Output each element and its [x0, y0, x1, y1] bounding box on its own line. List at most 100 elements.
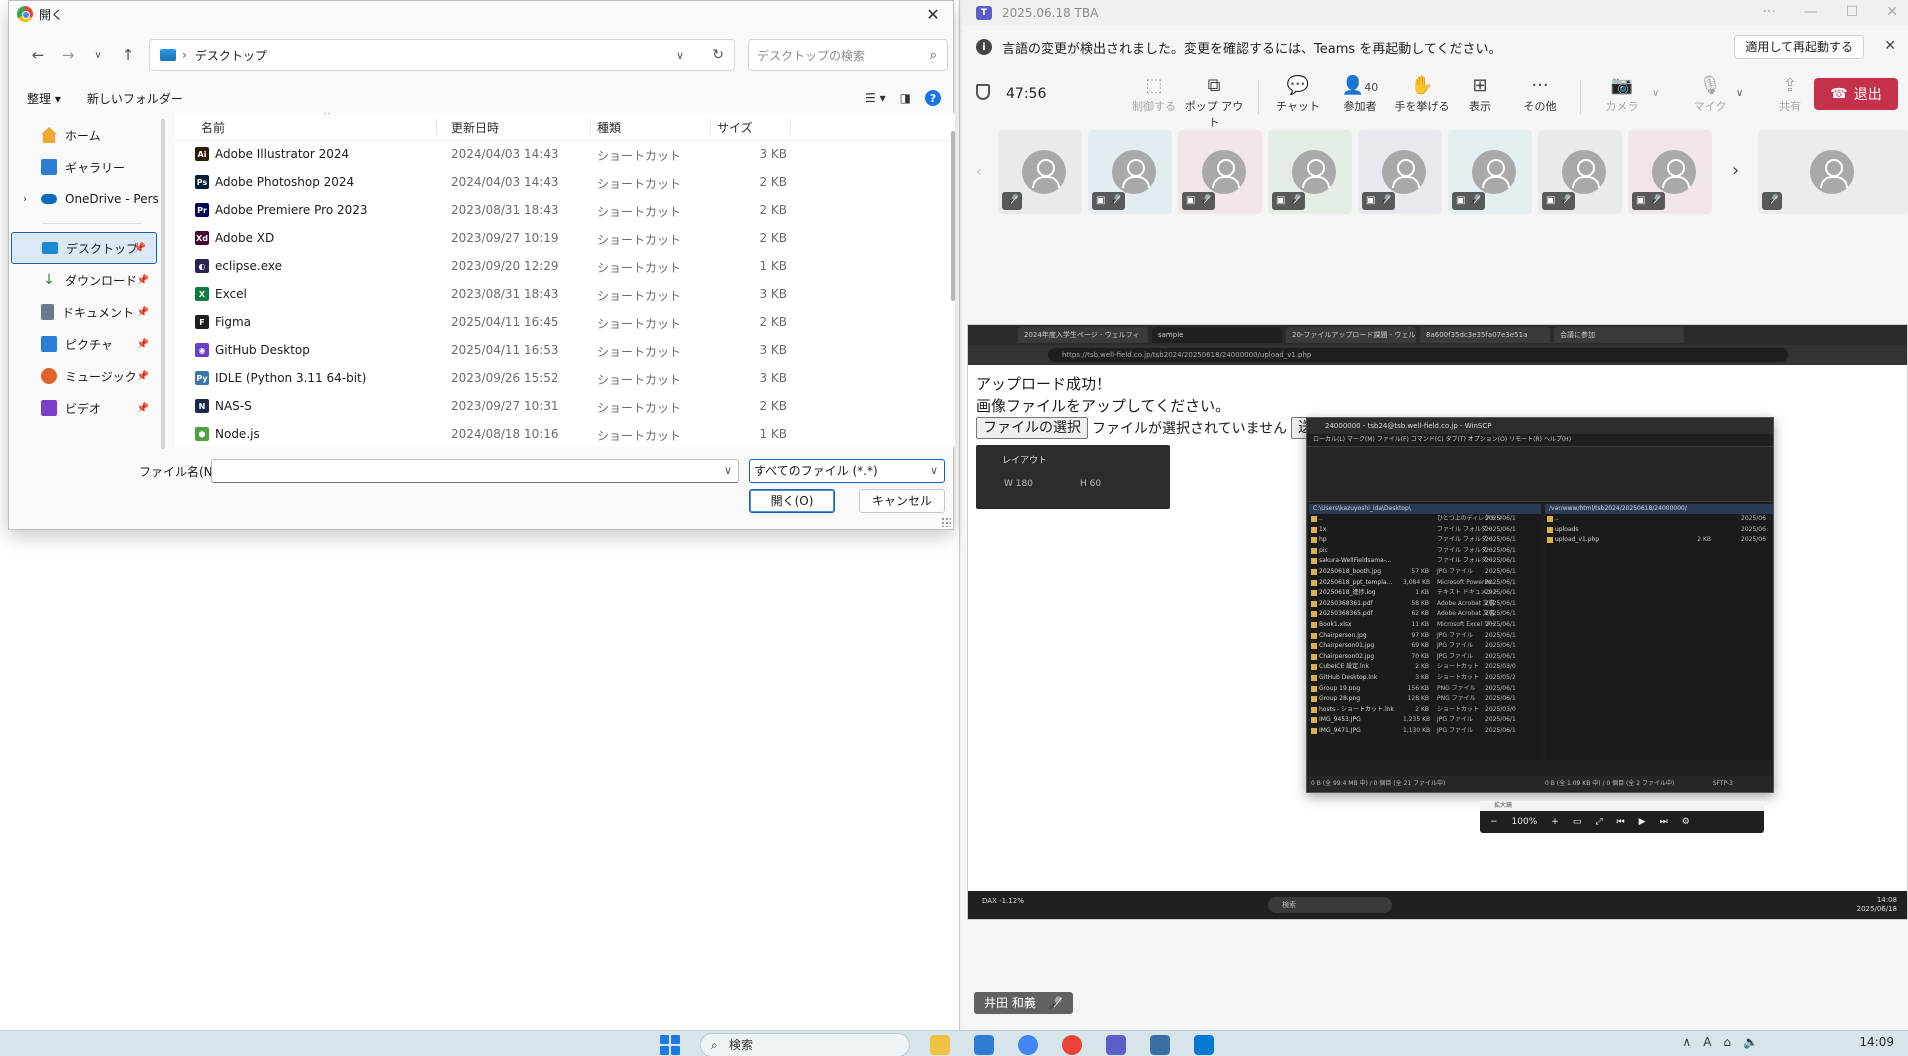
nav-item-videos[interactable]: ビデオ 📌 — [9, 392, 159, 424]
chrome-profile-icon[interactable] — [1062, 1035, 1082, 1055]
nav-item-music[interactable]: ミュージック 📌 — [9, 360, 159, 392]
nav-item-documents[interactable]: ドキュメント 📌 — [9, 296, 159, 328]
column-header-date[interactable]: 更新日時 — [445, 119, 591, 135]
winscp-local-row: GitHub Desktop.lnk 3 KB ショートカット 2025/05/2 — [1309, 673, 1541, 684]
more-options-icon[interactable]: ··· — [1762, 4, 1775, 20]
file-row[interactable]: Xd Adobe XD 2023/09/27 10:19 ショートカット 2 KB — [175, 225, 955, 253]
file-row[interactable]: ⬢ Node.js 2024/08/18 10:16 ショートカット 1 KB — [175, 421, 955, 447]
chevron-right-icon[interactable]: › — [1732, 160, 1739, 181]
file-icon — [1311, 696, 1317, 703]
nav-item-home[interactable]: ホーム — [9, 119, 159, 151]
mic-button[interactable]: 🎙 マイク — [1678, 74, 1742, 114]
file-row[interactable]: N NAS-S 2023/09/27 10:31 ショートカット 2 KB — [175, 393, 955, 421]
dialog-close-button[interactable]: ✕ — [913, 1, 953, 27]
minimize-icon[interactable]: — — [1804, 4, 1818, 20]
windows-start-icon[interactable] — [660, 1035, 680, 1055]
chevron-up-icon[interactable]: ∧ — [1682, 1035, 1691, 1049]
file-row[interactable]: Ai Adobe Illustrator 2024 2024/04/03 14:43… — [175, 141, 955, 169]
calendar-icon[interactable] — [974, 1035, 994, 1055]
help-icon[interactable]: ? — [925, 90, 941, 106]
search-input[interactable]: デスクトップの検索 ⌕ — [748, 39, 948, 71]
file-name-cell: N NAS-S — [195, 399, 252, 413]
nav-item-pictures[interactable]: ピクチャ 📌 — [9, 328, 159, 360]
close-icon[interactable]: ✕ — [1884, 38, 1896, 54]
participant-tile[interactable]: ▣ 🎤̸ — [1628, 130, 1712, 214]
column-header-name[interactable]: 名前 — [195, 119, 437, 135]
breadcrumb-desktop[interactable]: デスクトップ — [195, 47, 267, 64]
nav-item-gallery[interactable]: ギャラリー — [9, 151, 159, 183]
popout-button[interactable]: ⧉ ポップ アウト — [1182, 74, 1246, 130]
up-button[interactable]: ↑ — [113, 40, 143, 70]
vscode-icon[interactable] — [1194, 1035, 1214, 1055]
taskbar-search[interactable]: ⌕ 検索 — [700, 1033, 910, 1056]
participant-tile[interactable]: ▣ 🎤̸ — [1538, 130, 1622, 214]
taskbar-clock: 14:09 — [1859, 1035, 1894, 1049]
volume-icon[interactable]: 🔈 — [1743, 1035, 1758, 1049]
participant-tile[interactable]: ▣ 🎤̸ — [1448, 130, 1532, 214]
ime-icon[interactable]: A — [1703, 1035, 1711, 1049]
refresh-icon[interactable]: ↻ — [712, 47, 724, 63]
participants-button[interactable]: 👤40 参加者 — [1328, 74, 1392, 114]
maximize-icon[interactable]: ☐ — [1846, 4, 1859, 20]
nav-item-onedrive[interactable]: › OneDrive - Persi — [9, 183, 159, 215]
chevron-down-icon[interactable]: ∨ — [676, 49, 684, 62]
file-row[interactable]: Pr Adobe Premiere Pro 2023 2023/08/31 18:4… — [175, 197, 955, 225]
teams-icon[interactable] — [1106, 1035, 1126, 1055]
organize-button[interactable]: 整理 ▾ — [17, 90, 71, 107]
participant-tile[interactable]: ▣ 🎤̸ — [1088, 130, 1172, 214]
back-button[interactable]: ← — [23, 40, 53, 70]
open-button[interactable]: 開く(O) — [749, 489, 835, 513]
file-explorer-icon[interactable] — [930, 1035, 950, 1055]
camera-options-chevron-icon[interactable]: ∨ — [1652, 88, 1659, 99]
participant-tile[interactable]: 🎤̸ — [998, 130, 1082, 214]
file-list-scrollbar[interactable] — [951, 131, 955, 301]
network-icon[interactable]: ⌂ — [1723, 1035, 1731, 1049]
participant-tile[interactable]: ▣ 🎤̸ — [1268, 130, 1352, 214]
file-row[interactable]: Py IDLE (Python 3.11 64-bit) 2023/09/26 15… — [175, 365, 955, 393]
share-button[interactable]: ⇪ 共有 — [1758, 74, 1822, 114]
chevron-right-icon[interactable]: › — [23, 194, 27, 205]
more-button[interactable]: ··· その他 — [1508, 74, 1572, 114]
camera-button[interactable]: 📷 カメラ — [1590, 74, 1654, 114]
recent-locations-button[interactable]: ∨ — [83, 40, 113, 70]
participant-tile[interactable]: ▣ 🎤̸ — [1178, 130, 1262, 214]
camera-off-icon: 📷 — [1610, 75, 1634, 96]
file-row[interactable]: X Excel 2023/08/31 18:43 ショートカット 3 KB — [175, 281, 955, 309]
view-options-icon[interactable]: ☰ ▾ — [865, 91, 886, 105]
nav-label: ギャラリー — [65, 160, 126, 175]
avatar — [1382, 150, 1426, 194]
winscp-icon[interactable] — [1150, 1035, 1170, 1055]
chevron-down-icon[interactable]: ∨ — [724, 464, 732, 477]
file-row[interactable]: ◐ eclipse.exe 2023/09/20 12:29 ショートカット 1 KB — [175, 253, 955, 281]
nav-item-downloads[interactable]: ↓ ダウンロード 📌 — [9, 264, 159, 296]
close-icon[interactable]: ✕ — [1886, 4, 1898, 20]
file-row[interactable]: F Figma 2025/04/11 16:45 ショートカット 2 KB — [175, 309, 955, 337]
control-button[interactable]: ⬚ 制御する — [1122, 74, 1186, 114]
preview-pane-icon[interactable]: ◨ — [900, 91, 911, 105]
forward-button[interactable]: → — [53, 40, 83, 70]
column-header-type[interactable]: 種類 — [591, 119, 711, 135]
resize-grip-icon[interactable] — [941, 517, 951, 527]
chat-button[interactable]: 💬 チャット — [1266, 74, 1330, 114]
filetype-select[interactable]: すべてのファイル (*.*) ∨ — [749, 459, 945, 483]
navigation-scrollbar[interactable] — [161, 119, 165, 449]
new-folder-button[interactable]: 新しいフォルダー — [77, 90, 193, 107]
cancel-button[interactable]: キャンセル — [859, 489, 945, 513]
file-row[interactable]: ◉ GitHub Desktop 2025/04/11 16:53 ショートカット 3 … — [175, 337, 955, 365]
address-bar[interactable]: › デスクトップ ∨ ↻ — [149, 39, 735, 71]
participant-tile[interactable]: ▣ 🎤̸ — [1358, 130, 1442, 214]
raise-hand-button[interactable]: ✋ 手を挙げる — [1390, 74, 1454, 114]
shield-icon[interactable] — [976, 84, 990, 100]
participant-tile[interactable]: 🎤̸ — [1758, 130, 1908, 214]
column-header-size[interactable]: サイズ — [711, 119, 791, 135]
leave-button[interactable]: ☎ 退出 — [1814, 78, 1898, 110]
apply-restart-button[interactable]: 適用して再起動する — [1734, 35, 1864, 59]
view-button[interactable]: ⊞ 表示 — [1448, 74, 1512, 114]
nav-label: ダウンロード — [65, 273, 138, 288]
chrome-icon[interactable] — [1018, 1035, 1038, 1055]
chevron-left-icon[interactable]: ‹ — [976, 164, 982, 180]
mic-options-chevron-icon[interactable]: ∨ — [1736, 88, 1743, 99]
filename-input[interactable]: ∨ — [211, 459, 739, 483]
file-row[interactable]: Ps Adobe Photoshop 2024 2024/04/03 14:43 ショ… — [175, 169, 955, 197]
nav-item-desktop[interactable]: デスクトップ 📌 — [11, 232, 157, 264]
